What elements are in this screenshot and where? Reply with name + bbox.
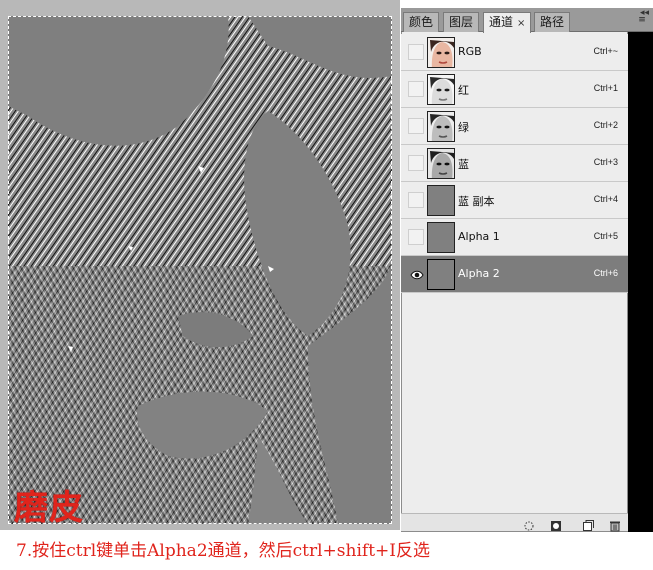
load-selection-icon[interactable] [523, 517, 535, 531]
channel-thumbnail [427, 37, 455, 68]
tab-label: 通道 [489, 15, 514, 29]
channel-row-red[interactable]: 红 Ctrl+1 [401, 71, 628, 108]
channel-shortcut: Ctrl+~ [593, 46, 618, 56]
panel-tabbar: 颜色 图层 通道 × 路径 ◂◂ ≡ [401, 8, 653, 33]
channel-name: 蓝 副本 [458, 195, 495, 208]
channel-row-blue-copy[interactable]: 蓝 副本 Ctrl+4 [401, 182, 628, 219]
close-icon[interactable]: × [517, 18, 525, 29]
channel-shortcut: Ctrl+6 [593, 268, 618, 278]
channel-name: 红 [458, 84, 469, 97]
channel-list: RGB Ctrl+~ 红 Ctrl+1 绿 Ctrl+2 蓝 Ctrl+3 蓝 … [401, 34, 628, 293]
channel-shortcut: Ctrl+4 [593, 194, 618, 204]
channel-name: 蓝 [458, 158, 469, 171]
visibility-toggle[interactable] [408, 192, 424, 208]
visibility-toggle[interactable] [408, 44, 424, 60]
panel-scrollbar[interactable] [628, 34, 644, 500]
channel-thumbnail [427, 185, 455, 216]
watermark-text: 磨皮 [14, 488, 84, 528]
channel-row-blue[interactable]: 蓝 Ctrl+3 [401, 145, 628, 182]
channel-thumbnail [427, 111, 455, 142]
channel-shortcut: Ctrl+2 [593, 120, 618, 130]
channel-row-alpha-1[interactable]: Alpha 1 Ctrl+5 [401, 219, 628, 256]
delete-channel-icon[interactable] [609, 517, 621, 532]
channel-name: RGB [458, 45, 482, 58]
tab-channels[interactable]: 通道 × [483, 12, 532, 33]
channels-footer [401, 513, 628, 532]
visibility-toggle[interactable] [408, 81, 424, 97]
visibility-toggle[interactable] [408, 229, 424, 245]
document-area: 磨皮 [0, 0, 400, 530]
instruction-caption: 7.按住ctrl键单击Alpha2通道，然后ctrl+shift+I反选 [16, 541, 430, 561]
eye-icon [410, 270, 424, 280]
channel-thumbnail [427, 259, 455, 290]
channel-shortcut: Ctrl+1 [593, 83, 618, 93]
visibility-toggle[interactable] [408, 155, 424, 171]
image-canvas[interactable] [8, 16, 392, 524]
channel-name: 绿 [458, 121, 469, 134]
channel-shortcut: Ctrl+3 [593, 157, 618, 167]
tab-paths[interactable]: 路径 [534, 12, 571, 32]
channel-thumbnail [427, 74, 455, 105]
channel-row-alpha-2[interactable]: Alpha 2 Ctrl+6 [401, 256, 628, 293]
visibility-toggle[interactable] [408, 118, 424, 134]
visibility-toggle[interactable] [408, 266, 424, 282]
high-pass-texture [8, 16, 392, 524]
panel-menu-icon[interactable]: ≡ [635, 13, 649, 27]
tab-label: 颜色 [409, 15, 434, 29]
channels-panel: 颜色 图层 通道 × 路径 ◂◂ ≡ RGB Ctrl+~ 红 Ctrl+1 绿… [401, 8, 653, 532]
save-selection-icon[interactable] [550, 517, 562, 531]
channel-thumbnail [427, 222, 455, 253]
channel-shortcut: Ctrl+5 [593, 231, 618, 241]
tab-label: 路径 [540, 15, 565, 29]
new-channel-icon[interactable] [582, 517, 594, 531]
channel-name: Alpha 2 [458, 267, 500, 280]
channel-name: Alpha 1 [458, 230, 500, 243]
tab-color[interactable]: 颜色 [403, 12, 440, 32]
channel-thumbnail [427, 148, 455, 179]
tab-label: 图层 [449, 15, 474, 29]
channel-row-green[interactable]: 绿 Ctrl+2 [401, 108, 628, 145]
tab-layers[interactable]: 图层 [443, 12, 480, 32]
channel-row-rgb[interactable]: RGB Ctrl+~ [401, 34, 628, 71]
